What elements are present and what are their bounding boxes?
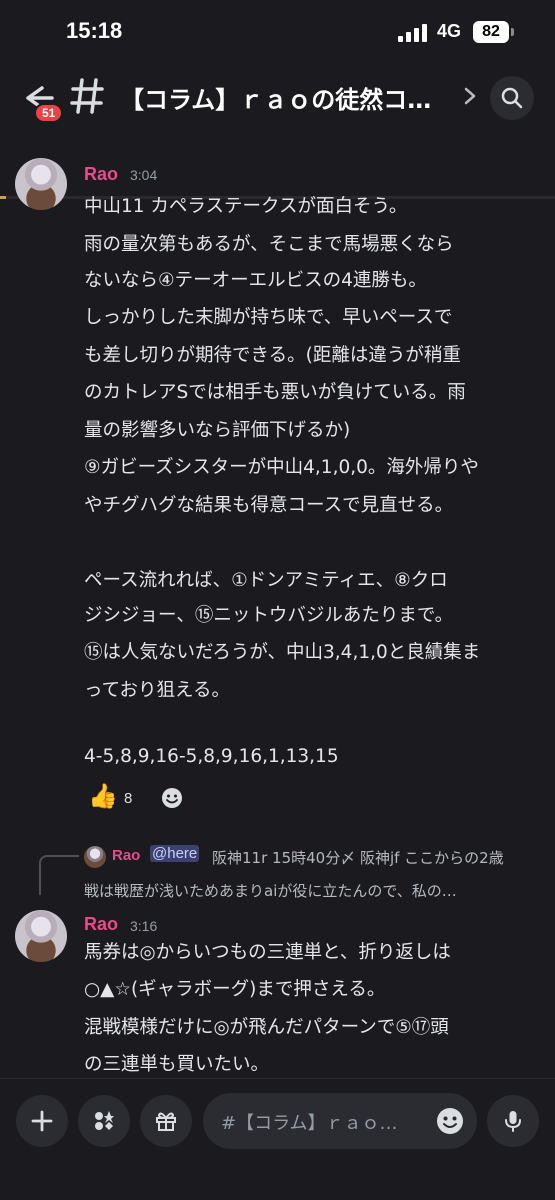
message-input[interactable]: #【コラム】ｒａｏ… [203,1093,477,1149]
message-author[interactable]: Rao [84,914,118,935]
message-line: っており狙える。 [84,680,230,701]
unread-badge: 51 [34,103,64,123]
message-author[interactable]: Rao [84,164,118,185]
status-time: 15:18 [66,18,123,43]
message-line: のカトレアSでは相手も悪いが負けている。雨 [84,382,466,403]
message-time: 3:16 [130,918,158,934]
message-line: ⑨ガビーズシスターが中山4,1,0,0。海外帰りや [84,457,479,478]
message-line: ペース流れれば、①ドンアミティエ、⑧クロ [84,570,448,591]
message-line: しっかりした末脚が持ち味で、早いペースで [84,307,453,328]
network-type: 4G [437,21,462,41]
message-input-placeholder: #【コラム】ｒａｏ… [221,1113,398,1134]
signal-icon [398,24,428,42]
apps-icon [95,1111,114,1130]
composer-bar: #【コラム】ｒａｏ… [0,1078,555,1200]
plus-icon [31,1110,53,1132]
message-line: ないなら④テーオーエルビスの4連勝も。 [84,270,427,291]
channel-header: 51 【コラム】ｒａｏの徒然コ… [0,64,555,199]
gift-icon [156,1112,176,1131]
avatar[interactable] [15,158,67,210]
search-button[interactable] [490,76,534,120]
attach-button[interactable] [16,1095,68,1147]
message-line: 雨の量次第もあるが、そこまで馬場悪くなら [84,234,454,255]
message-line: 混戦模様だけに◎が飛んだパターンで⑤⑰頭 [84,1017,449,1038]
battery-level: 82 [473,21,509,43]
message-line: 4-5,8,9,16-5,8,9,16,1,13,15 [84,746,339,767]
voice-message-button[interactable] [487,1095,539,1147]
reply-preview[interactable]: 阪神11r 15時40分〆 阪神jf ここからの2歳 [212,847,504,868]
message-line: も差し切りが期待できる。(距離は違うが稍重 [84,345,461,366]
message-line: の三連単も買いたい。 [84,1054,270,1075]
status-bar: 15:18 4G 82 [0,0,555,64]
emoji-icon[interactable] [435,1106,465,1136]
reply-avatar [84,846,106,868]
add-reaction-icon[interactable] [160,786,184,810]
message-line: 馬券は◎からいつもの三連単と、折り返しは [84,942,451,963]
hash-icon [70,78,104,114]
message-time: 3:04 [130,167,158,183]
read-marker [0,196,6,199]
message-line: 中山11 カペラステークスが面白そう。 [84,196,408,217]
reaction-thumbs-up[interactable]: 👍 [88,782,118,810]
message-line: ジシジョー、⑮ニットウバジルあたりまで。 [84,605,454,626]
message-line: ○▲☆(ギャラボーグ)まで押さえる。 [84,979,386,1000]
reply-connector [39,855,79,895]
reply-author[interactable]: Rao [112,847,140,864]
reply-preview[interactable]: 戦は戦歴が浅いためあまりaiが役に立たんので、私の… [84,880,457,901]
avatar[interactable] [15,910,67,962]
reaction-count: 8 [124,790,133,807]
message-line: やチグハグな結果も得意コースで見直せる。 [84,495,454,516]
microphone-icon [505,1111,521,1132]
apps-button[interactable] [78,1095,130,1147]
search-icon [501,87,523,109]
battery-tip-icon [511,28,514,36]
reply-mention[interactable]: @here [150,845,200,862]
gift-button[interactable] [140,1095,192,1147]
message-line: ⑮は人気ないだろうが、中山3,4,1,0と良績集ま [84,642,481,663]
chevron-right-icon[interactable] [463,86,477,106]
channel-title[interactable]: 【コラム】ｒａｏの徒然コ… [120,80,450,115]
message-line: 量の影響多いなら評価下げるか) [84,420,351,441]
